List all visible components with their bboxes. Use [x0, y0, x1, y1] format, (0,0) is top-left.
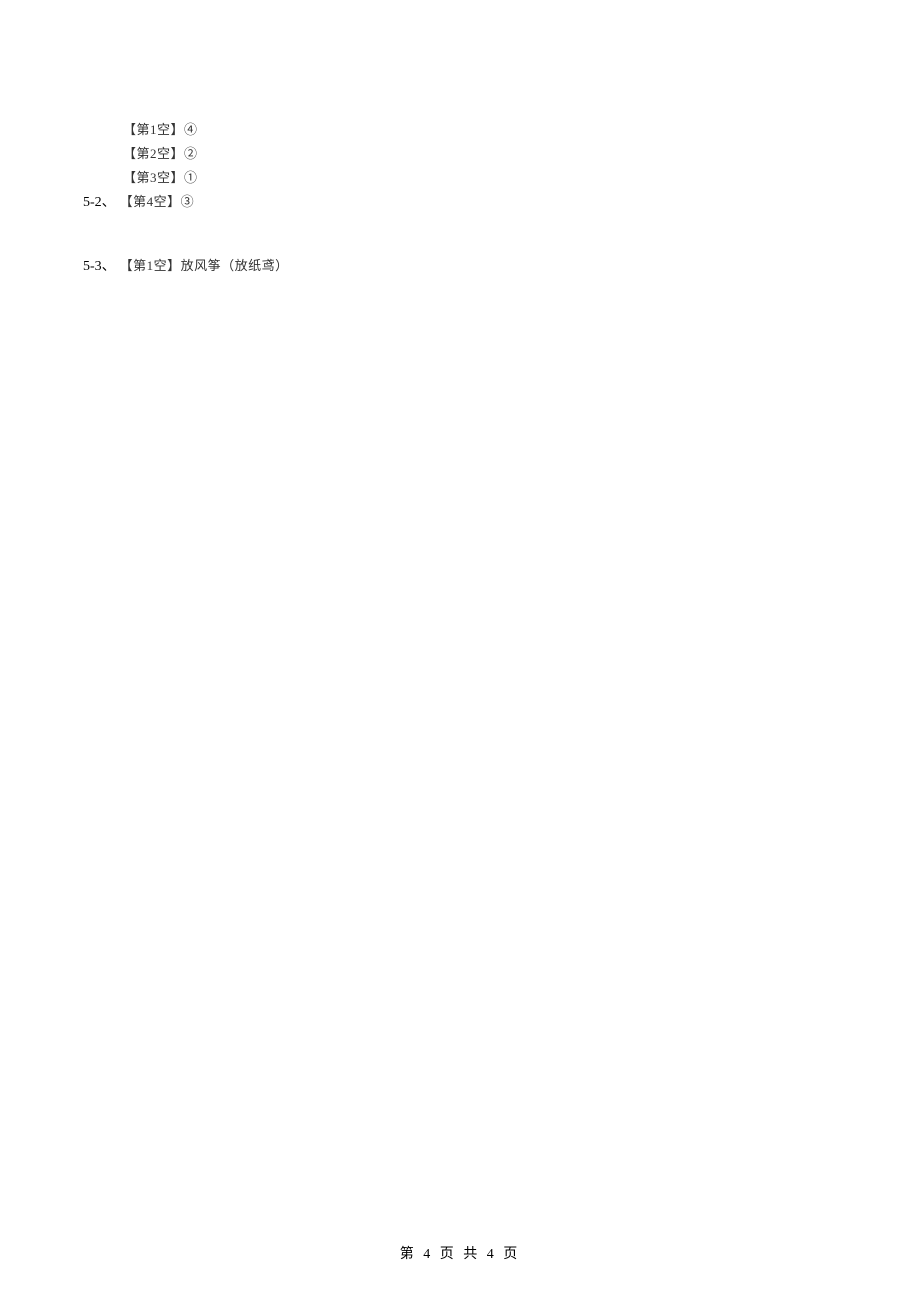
answer-blank-3: 【第3空】①: [123, 166, 289, 190]
page-footer: 第 4 页 共 4 页: [0, 1243, 920, 1263]
answer-content: 【第1空】④ 【第2空】② 【第3空】① 5-2、 【第4空】③ 5-3、 【第…: [83, 118, 289, 278]
question-5-3-row: 5-3、 【第1空】放风筝（放纸鸢）: [83, 254, 289, 278]
question-number-5-3: 5-3、: [83, 255, 116, 275]
answer-5-3: 【第1空】放风筝（放纸鸢）: [120, 254, 289, 278]
answer-blank-1: 【第1空】④: [123, 118, 289, 142]
answer-5-2: 【第4空】③: [120, 190, 195, 214]
question-number-5-2: 5-2、: [83, 191, 116, 211]
question-5-2-row: 5-2、 【第4空】③: [83, 190, 289, 214]
answer-blank-2: 【第2空】②: [123, 142, 289, 166]
